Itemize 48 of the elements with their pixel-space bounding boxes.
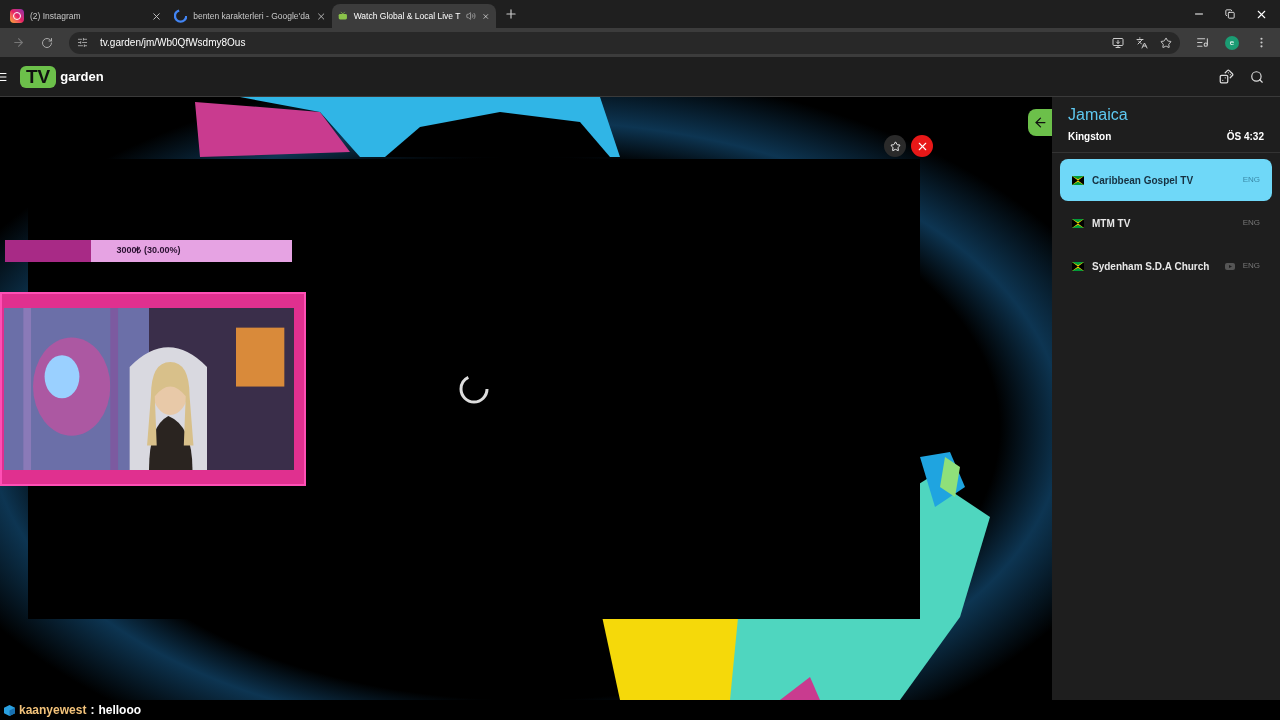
channel-item[interactable]: Sydenham S.D.A Church ENG bbox=[1060, 245, 1272, 287]
logo-text: garden bbox=[60, 67, 104, 86]
tv-icon bbox=[338, 10, 348, 22]
new-tab-icon[interactable] bbox=[504, 7, 518, 21]
browser-tab[interactable]: (2) Instagram bbox=[4, 4, 168, 28]
bookmark-icon[interactable] bbox=[1160, 36, 1172, 49]
media-icon[interactable] bbox=[1196, 36, 1209, 49]
instagram-icon bbox=[10, 9, 24, 23]
language-label: ENG bbox=[1242, 217, 1260, 229]
language-label: ENG bbox=[1242, 174, 1260, 186]
chat-message: hellooo bbox=[98, 702, 142, 719]
reload-icon[interactable] bbox=[41, 36, 53, 49]
install-icon[interactable] bbox=[1112, 36, 1124, 49]
language-label: ENG bbox=[1242, 260, 1260, 272]
back-button[interactable] bbox=[1028, 109, 1052, 136]
goal-label: 3000₺ (30.00%) bbox=[115, 244, 182, 258]
menu-icon[interactable] bbox=[0, 70, 8, 83]
flag-icon bbox=[1072, 175, 1084, 185]
google-icon bbox=[174, 9, 188, 23]
site-settings-icon[interactable] bbox=[77, 37, 88, 48]
flag-icon bbox=[1072, 261, 1084, 271]
tab-title: Watch Global & Local Live T bbox=[353, 9, 461, 23]
translate-icon[interactable] bbox=[1136, 36, 1148, 49]
address-bar[interactable]: tv.garden/jm/Wb0QfWsdmy8Ous bbox=[69, 31, 1180, 54]
channel-name: MTM TV bbox=[1092, 216, 1132, 231]
city-name: Kingston bbox=[1068, 130, 1112, 144]
browser-tab[interactable]: Watch Global & Local Live T bbox=[332, 4, 496, 28]
chat-separator: : bbox=[90, 702, 95, 719]
star-icon bbox=[889, 140, 901, 152]
logo-badge: TV bbox=[20, 65, 57, 88]
channel-name: Sydenham S.D.A Church bbox=[1092, 259, 1211, 274]
chat-username: kaanyewest bbox=[19, 702, 87, 719]
browser-tab[interactable]: benten karakterleri - Google'da bbox=[168, 4, 332, 28]
tab-title: (2) Instagram bbox=[30, 9, 82, 23]
search-icon[interactable] bbox=[1250, 69, 1264, 84]
dice-icon[interactable] bbox=[1219, 69, 1234, 84]
local-time: ÖS 4:32 bbox=[1226, 129, 1264, 144]
channel-name: Caribbean Gospel TV bbox=[1092, 173, 1195, 188]
channel-item[interactable]: MTM TV ENG bbox=[1060, 202, 1272, 244]
cube-icon bbox=[4, 704, 15, 716]
restore-icon[interactable] bbox=[1225, 9, 1235, 19]
tab-title: benten karakterleri - Google'da bbox=[193, 9, 310, 23]
url-text: tv.garden/jm/Wb0QfWsdmy8Ous bbox=[100, 36, 246, 50]
country-name: Jamaica bbox=[1068, 105, 1129, 125]
close-icon[interactable] bbox=[151, 10, 162, 22]
channel-item[interactable]: Caribbean Gospel TV ENG bbox=[1060, 159, 1272, 201]
forward-icon[interactable] bbox=[12, 36, 25, 49]
flag-icon bbox=[1072, 218, 1084, 228]
